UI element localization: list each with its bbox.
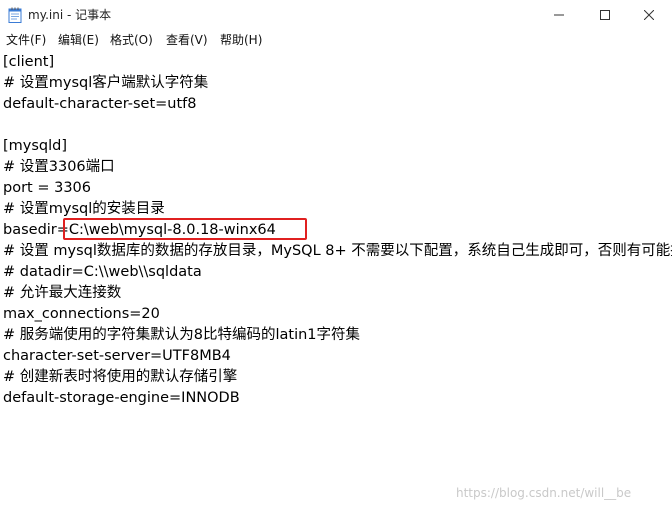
menu-bar: 文件(F) 编辑(E) 格式(O) 查看(V) 帮助(H) — [0, 30, 672, 50]
close-icon — [644, 10, 654, 20]
text-line: max_connections=20 — [3, 306, 160, 322]
minimize-icon — [554, 10, 564, 20]
text-line: default-storage-engine=INNODB — [3, 390, 240, 406]
menu-view[interactable]: 查看(V) — [166, 33, 208, 47]
text-line: # 设置mysql客户端默认字符集 — [3, 75, 209, 91]
menu-edit[interactable]: 编辑(E) — [58, 33, 99, 47]
text-line: port = 3306 — [3, 180, 91, 196]
text-line: character-set-server=UTF8MB4 — [3, 348, 231, 364]
text-line: # 设置3306端口 — [3, 159, 115, 175]
window-title: my.ini - 记事本 — [28, 8, 112, 22]
title-bar[interactable]: my.ini - 记事本 — [0, 0, 672, 30]
text-line: # 设置 mysql数据库的数据的存放目录，MySQL 8+ 不需要以下配置，系… — [3, 243, 672, 259]
minimize-button[interactable] — [536, 0, 582, 30]
text-line: [mysqld] — [3, 138, 68, 154]
menu-file[interactable]: 文件(F) — [6, 33, 46, 47]
close-button[interactable] — [626, 0, 672, 30]
menu-format[interactable]: 格式(O) — [110, 33, 153, 47]
notepad-window: my.ini - 记事本 文件(F) 编辑(E) 格式(O) 查看(V) 帮助(… — [0, 0, 672, 514]
maximize-button[interactable] — [582, 0, 628, 30]
text-line: # 允许最大连接数 — [3, 285, 122, 301]
text-line: # 服务端使用的字符集默认为8比特编码的latin1字符集 — [3, 327, 361, 343]
maximize-icon — [600, 10, 610, 20]
text-line: default-character-set=utf8 — [3, 96, 197, 112]
text-line-basedir: basedir=C:\web\mysql-8.0.18-winx64 — [3, 222, 276, 238]
watermark: https://blog.csdn.net/will__be — [456, 486, 632, 500]
text-line: # 设置mysql的安装目录 — [3, 201, 165, 217]
text-line: # 创建新表时将使用的默认存储引擎 — [3, 369, 238, 385]
text-line: [client] — [3, 54, 55, 70]
notepad-icon — [8, 7, 22, 23]
menu-help[interactable]: 帮助(H) — [220, 33, 262, 47]
text-line: # datadir=C:\\web\\sqldata — [3, 264, 202, 280]
text-editor[interactable]: [client] # 设置mysql客户端默认字符集 default-chara… — [0, 52, 672, 514]
